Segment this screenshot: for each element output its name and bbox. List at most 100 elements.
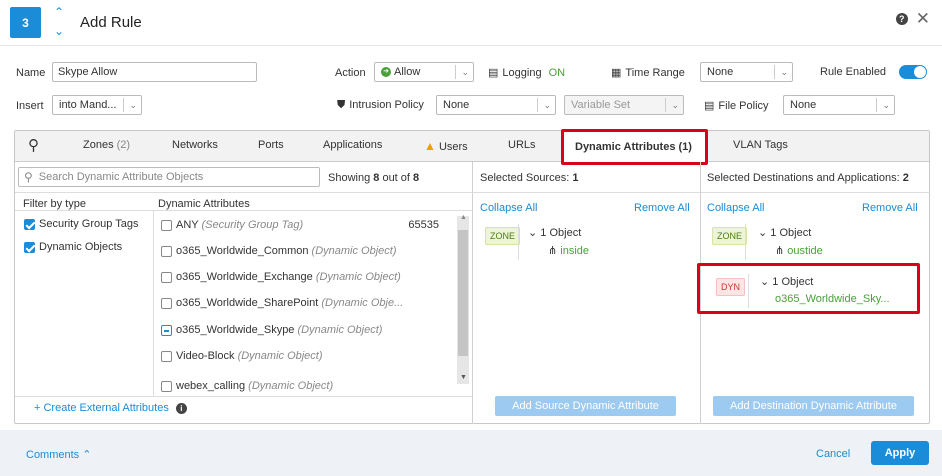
intrusion-policy-label: ⛊ Intrusion Policy [337,99,424,112]
close-icon[interactable]: ✕ [916,10,930,27]
list-item[interactable]: webex_calling (Dynamic Object) [161,380,333,392]
checkbox [161,245,172,257]
variable-set-value: Variable Set [571,99,631,111]
rule-enabled-toggle[interactable] [899,65,927,79]
destination-zone-value[interactable]: ⋔ oustide [775,244,823,257]
logging-toggle[interactable]: ▤ Logging ON [488,66,565,79]
list-item[interactable]: o365_Worldwide_Exchange (Dynamic Object) [161,271,401,283]
checkbox [161,350,172,362]
step-badge: 3 [10,7,41,38]
scroll-up-icon[interactable]: ▲ [460,214,467,221]
divider [15,396,472,397]
file-policy-value: None [790,99,817,111]
checkbox [161,324,172,336]
tab-users[interactable]: ▲ Users [424,139,468,153]
zone-tag: ZONE [485,227,521,245]
list-item[interactable]: o365_Worldwide_Common (Dynamic Object) [161,245,397,257]
checkbox [161,219,172,231]
attribute-list: ANY (Security Group Tag) 65535 o365_World… [154,211,456,396]
divider [472,192,930,193]
cancel-button[interactable]: Cancel [816,448,850,460]
checkbox [161,380,172,392]
allow-icon: ➜ [381,67,391,78]
tab-label: Users [438,141,468,153]
divider [15,192,472,193]
intrusion-policy-select[interactable]: None ⌄ [436,95,556,115]
tab-ports[interactable]: Ports [258,139,284,151]
search-icon: ⚲ [24,170,33,184]
list-item[interactable]: o365_Worldwide_Skype (Dynamic Object) [161,324,382,336]
zone-tag: ZONE [712,227,748,245]
dyn-tag: DYN [716,278,746,296]
destinations-header: Selected Destinations and Applications: … [707,172,909,184]
info-icon: i [175,403,187,414]
apply-button[interactable]: Apply [871,441,929,465]
destinations-remove-all[interactable]: Remove All [862,202,918,214]
sources-remove-all[interactable]: Remove All [634,202,690,214]
tab-dynamic-attributes[interactable]: Dynamic Attributes (1) [575,141,692,153]
chevron-down-icon: ⌄ [760,276,770,288]
destinations-dyn-group[interactable]: ⌄ 1 Object [760,275,813,288]
scrollbar-thumb[interactable] [458,230,468,356]
chevron-down-icon: ⌄ [665,98,679,112]
checkbox [161,297,172,309]
filter-dynamic-objects[interactable]: Dynamic Objects [24,241,122,253]
filter-label: Dynamic Objects [39,241,123,253]
tab-bar [15,131,929,162]
destinations-zone-group[interactable]: ⌄ 1 Object [758,226,811,239]
insert-label: Insert [16,100,44,112]
chevron-down-icon: ⌄ [774,65,788,79]
sources-header: Selected Sources: 1 [480,172,579,184]
chevron-up-icon[interactable]: ⌃ [52,6,66,18]
time-range-value: None [707,66,734,78]
help-circle-icon[interactable]: ? [895,13,908,25]
divider [472,162,473,424]
chevron-down-icon[interactable]: ⌄ [52,25,66,37]
chevron-down-icon: ⌄ [876,98,890,112]
add-source-dynamic-attribute-button[interactable]: Add Source Dynamic Attribute [495,396,676,416]
file-policy-select[interactable]: None ⌄ [783,95,895,115]
search-placeholder: Search Dynamic Attribute Objects [38,171,204,183]
attribute-search-input[interactable]: ⚲ Search Dynamic Attribute Objects [18,167,320,187]
source-zone-value[interactable]: ⋔ inside [548,244,589,257]
time-range-text: Time Range [625,67,685,79]
comments-toggle[interactable]: Comments ⌃ [26,448,91,461]
divider [745,224,746,260]
insert-select[interactable]: into Mand... ⌄ [52,95,142,115]
warning-icon: ▲ [424,139,436,153]
logging-label: Logging [502,67,542,79]
filter-security-group-tags[interactable]: Security Group Tags [24,218,138,230]
sources-group[interactable]: ⌄ 1 Object [528,226,581,239]
attributes-header: Dynamic Attributes [158,198,250,210]
tab-applications[interactable]: Applications [323,139,382,151]
list-item[interactable]: ANY (Security Group Tag) 65535 [161,219,451,231]
variable-set-select[interactable]: Variable Set ⌄ [564,95,684,115]
add-destination-dynamic-attribute-button[interactable]: Add Destination Dynamic Attribute [713,396,914,416]
intrusion-value: None [443,99,470,111]
shield-icon: ⛊ [337,99,346,111]
calendar-icon: ▦ [611,67,622,79]
time-range-select[interactable]: None ⌄ [700,62,793,82]
name-input[interactable]: Skype Allow [52,62,257,82]
action-value: Allow [394,66,421,78]
list-item[interactable]: o365_Worldwide_SharePoint (Dynamic Obje.… [161,297,403,309]
tab-vlan-tags[interactable]: VLAN Tags [733,139,788,151]
tab-zones[interactable]: Zones (2) [83,139,130,151]
tab-networks[interactable]: Networks [172,139,218,151]
list-item[interactable]: Video-Block (Dynamic Object) [161,350,323,362]
scroll-down-icon[interactable]: ▼ [460,374,467,381]
chevron-down-icon: ⌄ [537,98,551,112]
sources-collapse-all[interactable]: Collapse All [480,202,537,214]
dialog-footer [0,430,942,476]
tab-urls[interactable]: URLs [508,139,536,151]
destination-dynamic-value[interactable]: o365_Worldwide_Sky... [775,293,890,305]
destinations-collapse-all[interactable]: Collapse All [707,202,764,214]
chevron-down-icon: ⌄ [123,98,137,112]
network-icon: ⋔ [775,245,785,257]
scrollbar[interactable] [457,216,469,384]
search-icon[interactable]: ⚲ [28,136,39,154]
create-external-attributes-link[interactable]: + Create External Attributes i [34,402,187,414]
name-label: Name [16,67,46,79]
action-select[interactable]: ➜ Allow ⌄ [374,62,474,82]
filter-header: Filter by type [23,198,86,210]
